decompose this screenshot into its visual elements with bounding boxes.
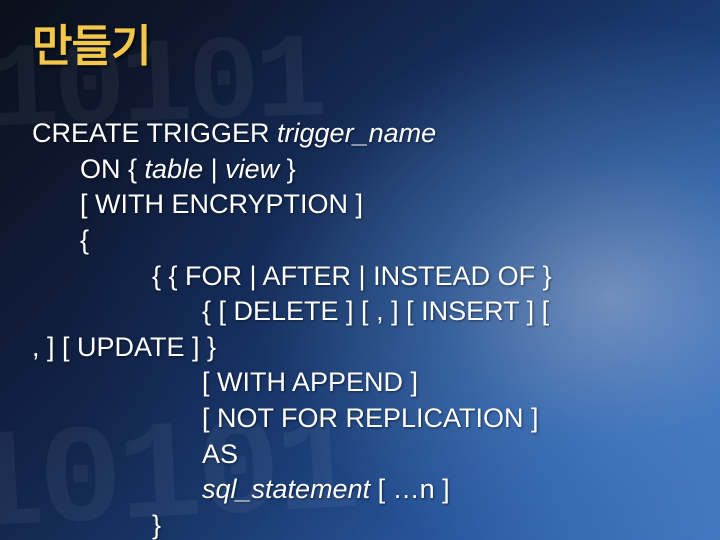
syntax-line: sql_statement [ …n ] (32, 472, 688, 508)
syntax-line: { [ DELETE ] [ , ] [ INSERT ] [ (32, 294, 688, 330)
syntax-line: ON { table | view } (32, 152, 688, 188)
syntax-line: [ WITH ENCRYPTION ] (32, 187, 688, 223)
sep: | (203, 154, 225, 184)
syntax-line: [ WITH APPEND ] (32, 365, 688, 401)
syntax-line: , ] [ UPDATE ] } (32, 330, 688, 366)
brace: } (279, 154, 296, 184)
slide: 만들기 CREATE TRIGGER trigger_name ON { tab… (0, 0, 720, 540)
kw: ON { (80, 154, 145, 184)
syntax-line: } (32, 508, 688, 540)
opt: [ …n ] (370, 474, 450, 504)
syntax-line: [ NOT FOR REPLICATION ] (32, 401, 688, 437)
syntax-line: { (32, 223, 688, 259)
syntax-line: { { FOR | AFTER | INSTEAD OF } (32, 259, 688, 295)
syntax-line: CREATE TRIGGER trigger_name (32, 116, 688, 152)
kw: CREATE TRIGGER (32, 118, 277, 148)
syntax-line: AS (32, 437, 688, 473)
var-trigger-name: trigger_name (277, 118, 436, 148)
var-table: table (145, 154, 204, 184)
var-sql-statement: sql_statement (202, 474, 370, 504)
var-view: view (225, 154, 279, 184)
sql-syntax-block: CREATE TRIGGER trigger_name ON { table |… (32, 116, 688, 540)
slide-title: 만들기 (32, 10, 688, 74)
